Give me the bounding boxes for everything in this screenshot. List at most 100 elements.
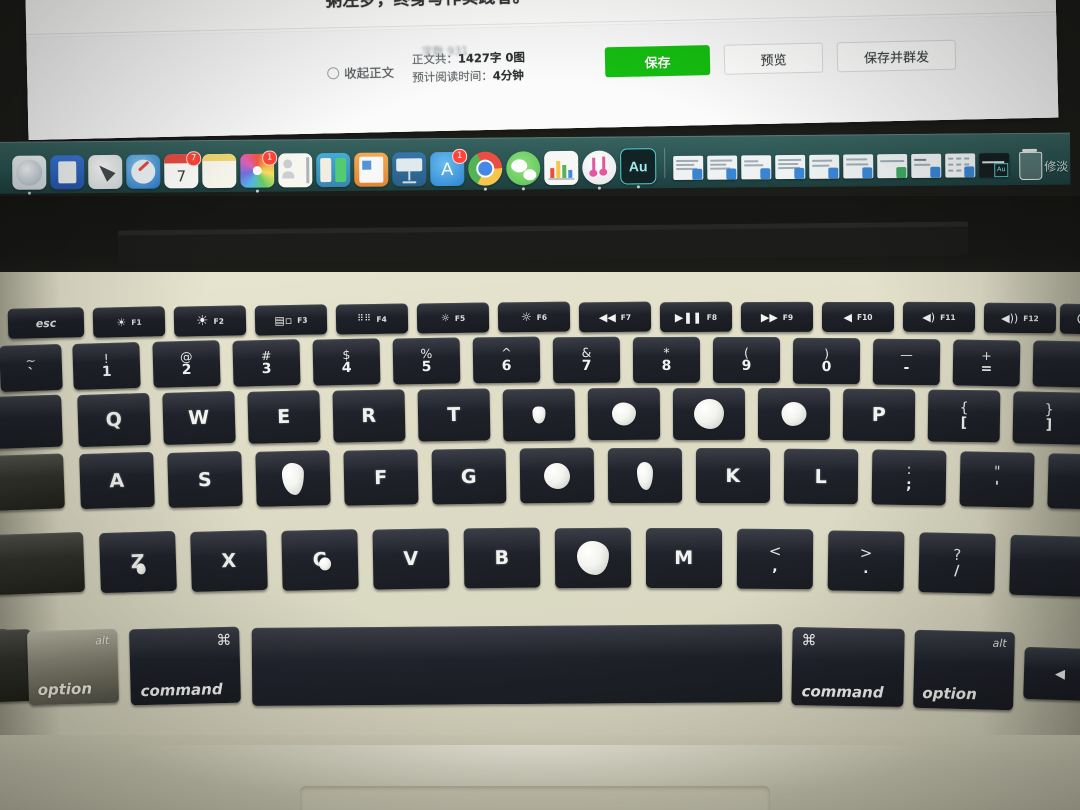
key-h[interactable] bbox=[519, 447, 595, 504]
key-f[interactable]: F bbox=[343, 449, 419, 506]
dock-minimized-window[interactable] bbox=[809, 154, 840, 179]
key-space[interactable] bbox=[251, 624, 783, 706]
key-x[interactable]: X bbox=[190, 529, 268, 593]
key-slash[interactable]: ? / bbox=[918, 532, 996, 594]
key-f5[interactable]: ☼ F5 bbox=[416, 302, 490, 334]
key-shift-left[interactable] bbox=[0, 531, 86, 597]
key-s[interactable]: S bbox=[167, 450, 243, 509]
key-1[interactable]: ! 1 bbox=[72, 341, 141, 391]
trackpad[interactable] bbox=[300, 786, 770, 810]
key-e[interactable]: E bbox=[247, 390, 321, 444]
key-f10[interactable]: ◀ F10 bbox=[822, 302, 894, 332]
key-f4[interactable]: ⠿⠿ F4 bbox=[335, 303, 409, 335]
key-f1[interactable]: ☀ F1 bbox=[92, 306, 166, 338]
key-power[interactable]: ⏻ bbox=[1059, 303, 1080, 335]
dock-minimized-window[interactable] bbox=[843, 154, 874, 179]
key-bracket-left[interactable]: {[ bbox=[927, 389, 1001, 443]
key-2[interactable]: @2 bbox=[152, 340, 221, 388]
key-option-left[interactable]: alt option bbox=[26, 628, 120, 706]
key-f11[interactable]: ◀) F11 bbox=[902, 301, 976, 333]
key-minus[interactable]: — - bbox=[872, 338, 941, 386]
key-f9[interactable]: ▶▶ F9 bbox=[740, 301, 814, 333]
dock-minimized-window[interactable] bbox=[911, 153, 942, 178]
key-u[interactable] bbox=[587, 387, 661, 441]
key-bracket-right[interactable]: }] bbox=[1012, 391, 1080, 445]
key-t[interactable]: T bbox=[417, 388, 491, 442]
key-delete[interactable] bbox=[1032, 340, 1080, 388]
dock-item-trash[interactable] bbox=[1013, 147, 1047, 181]
key-quote[interactable]: " ' bbox=[959, 451, 1035, 508]
collapse-body-toggle[interactable]: 收起正文 bbox=[327, 62, 394, 82]
save-and-send-button[interactable]: 保存并群发 bbox=[836, 39, 957, 73]
key-f12[interactable]: ◀)) F12 bbox=[983, 302, 1057, 334]
key-arrow-left[interactable]: ◀ bbox=[1023, 646, 1080, 702]
dock-item-itunes[interactable] bbox=[582, 150, 617, 190]
dock-item-reminders[interactable] bbox=[316, 152, 351, 188]
dock-minimized-window[interactable] bbox=[707, 155, 738, 180]
key-period[interactable]: >. bbox=[827, 530, 905, 592]
key-6[interactable]: ^ 6 bbox=[472, 336, 541, 384]
key-f2[interactable]: ☀ F2 bbox=[173, 305, 247, 337]
key-f7[interactable]: ◀◀ F7 bbox=[578, 301, 652, 333]
dock-item-rocket[interactable] bbox=[88, 154, 123, 190]
key-f8[interactable]: ▶❚❚ F8 bbox=[659, 301, 733, 333]
key-7[interactable]: & 7 bbox=[552, 336, 621, 384]
key-j[interactable] bbox=[607, 447, 683, 504]
dock-item-audition[interactable]: Au bbox=[620, 148, 657, 189]
key-semicolon[interactable]: :; bbox=[871, 449, 947, 506]
key-equals[interactable]: + = bbox=[952, 339, 1021, 387]
key-z[interactable]: Z bbox=[99, 530, 177, 594]
dock-minimized-window[interactable] bbox=[775, 154, 806, 180]
key-w[interactable]: W bbox=[162, 391, 236, 445]
key-command-right[interactable]: ⌘ command bbox=[791, 627, 905, 707]
dock-item-photos[interactable]: 1 bbox=[240, 150, 278, 193]
key-shift-right[interactable] bbox=[1009, 534, 1080, 598]
key-return[interactable] bbox=[1047, 453, 1080, 510]
key-8[interactable]: * 8 bbox=[632, 336, 701, 384]
key-f3[interactable]: ▤▫ F3 bbox=[254, 304, 328, 336]
save-button[interactable]: 保存 bbox=[604, 45, 711, 78]
key-command-left[interactable]: ⌘ command bbox=[129, 626, 241, 706]
key-f6[interactable]: ☼ F6 bbox=[497, 301, 571, 333]
dock-minimized-window[interactable] bbox=[741, 155, 772, 180]
dock-item-keynote[interactable] bbox=[392, 152, 427, 187]
dock-item-appstore[interactable]: A 1 bbox=[430, 148, 468, 187]
key-v[interactable]: V bbox=[372, 528, 450, 590]
dock-item-launchpad[interactable] bbox=[50, 155, 85, 190]
dock-item-calendar[interactable]: 7 7 bbox=[164, 151, 202, 189]
key-option-right[interactable]: alt option bbox=[913, 629, 1015, 711]
dock-minimized-window[interactable] bbox=[673, 155, 704, 181]
key-q[interactable]: Q bbox=[77, 392, 151, 448]
key-n[interactable] bbox=[554, 527, 632, 589]
key-o[interactable] bbox=[757, 387, 831, 441]
key-9[interactable]: (9 bbox=[713, 337, 780, 383]
key-comma[interactable]: <, bbox=[736, 528, 814, 590]
key-esc[interactable]: esc bbox=[7, 307, 85, 339]
dock-minimized-window[interactable] bbox=[877, 153, 908, 179]
key-b[interactable]: B bbox=[463, 527, 541, 589]
key-y[interactable] bbox=[502, 388, 576, 442]
key-3[interactable]: #3 bbox=[232, 339, 301, 387]
key-a[interactable]: A bbox=[79, 451, 155, 510]
dock-item-contacts[interactable] bbox=[278, 153, 313, 188]
key-tab[interactable] bbox=[0, 394, 63, 450]
key-4[interactable]: $4 bbox=[312, 338, 381, 386]
key-i[interactable] bbox=[672, 387, 746, 441]
key-tilde[interactable]: ~ ` bbox=[0, 343, 63, 393]
key-0[interactable]: ) 0 bbox=[792, 337, 861, 385]
key-k[interactable]: K bbox=[696, 448, 770, 503]
dock-item-safari[interactable] bbox=[126, 154, 161, 189]
dock-minimized-audition-window[interactable]: Au bbox=[979, 153, 1010, 178]
dock-minimized-window[interactable] bbox=[945, 153, 976, 178]
dock-item-notes[interactable] bbox=[202, 153, 237, 189]
key-5[interactable]: % 5 bbox=[392, 337, 461, 385]
key-p[interactable]: P bbox=[842, 388, 916, 442]
dock-item-wechat[interactable] bbox=[506, 151, 541, 191]
dock-item-pages[interactable] bbox=[354, 152, 389, 187]
key-r[interactable]: R bbox=[332, 389, 406, 443]
dock-item-numbers[interactable] bbox=[544, 150, 579, 186]
dock-item-finder[interactable] bbox=[12, 155, 47, 195]
key-g[interactable]: G bbox=[431, 448, 507, 505]
key-l[interactable]: L bbox=[783, 448, 859, 505]
key-d[interactable] bbox=[255, 450, 331, 507]
